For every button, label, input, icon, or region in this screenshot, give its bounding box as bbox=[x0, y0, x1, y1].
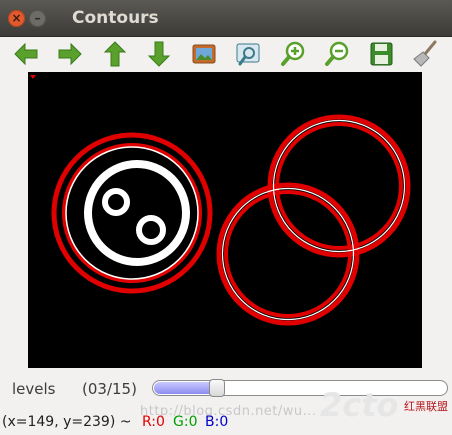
forward-icon[interactable] bbox=[56, 40, 84, 68]
minimize-button[interactable]: – bbox=[29, 10, 46, 27]
levels-slider-thumb[interactable] bbox=[209, 379, 225, 397]
toolbar bbox=[0, 37, 452, 71]
contours-image bbox=[28, 72, 422, 368]
broom-icon[interactable] bbox=[411, 40, 439, 68]
levels-value: (03/15) bbox=[82, 380, 137, 398]
zoom-region-icon[interactable] bbox=[234, 40, 262, 68]
levels-slider-fill bbox=[154, 382, 216, 394]
title-bar: × – Contours bbox=[0, 0, 452, 37]
save-image-icon[interactable] bbox=[190, 40, 218, 68]
levels-label: levels bbox=[12, 380, 56, 398]
status-r: R:0 bbox=[142, 414, 165, 430]
down-icon[interactable] bbox=[145, 40, 173, 68]
image-canvas[interactable] bbox=[28, 72, 422, 368]
status-coords: (x=149, y=239) ~ bbox=[2, 414, 132, 430]
close-button[interactable]: × bbox=[8, 10, 25, 27]
up-icon[interactable] bbox=[101, 40, 129, 68]
status-b: B:0 bbox=[205, 414, 229, 430]
zoom-out-icon[interactable] bbox=[323, 40, 351, 68]
status-g: G:0 bbox=[173, 414, 198, 430]
save-icon[interactable] bbox=[367, 40, 395, 68]
status-bar: (x=149, y=239) ~ R:0 G:0 B:0 bbox=[0, 411, 452, 435]
zoom-in-icon[interactable] bbox=[279, 40, 307, 68]
window-title: Contours bbox=[72, 8, 159, 28]
back-icon[interactable] bbox=[12, 40, 40, 68]
